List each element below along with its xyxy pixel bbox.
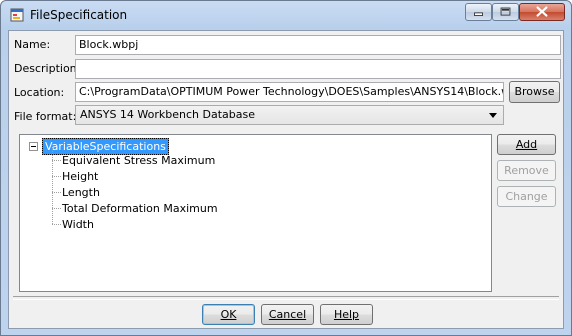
title-bar[interactable]: FileSpecification [1, 1, 571, 29]
tree-node[interactable]: Total Deformation Maximum [62, 202, 218, 215]
chevron-down-icon[interactable] [486, 108, 500, 122]
location-input[interactable]: C:\ProgramData\OPTIMUM Power Technology\… [75, 82, 504, 102]
tree-node[interactable]: Length [62, 186, 100, 199]
name-label: Name: [14, 38, 51, 51]
add-button-label: Add [515, 138, 538, 151]
remove-button[interactable]: Remove [497, 160, 556, 181]
tree-guide-line [52, 192, 61, 194]
maximize-button[interactable] [492, 3, 519, 21]
minus-icon [31, 146, 36, 147]
variable-tree[interactable]: VariableSpecifications Equivalent Stress… [19, 134, 492, 292]
tree-node[interactable]: Width [62, 218, 94, 231]
change-button[interactable]: Change [497, 186, 556, 207]
tree-guide-line [52, 224, 61, 226]
name-input[interactable]: Block.wbpj [75, 35, 561, 55]
dialog-window: FileSpecification Name: Block.wbpj Descr… [0, 0, 572, 336]
window-app-icon[interactable] [10, 8, 24, 22]
description-label: Description: [14, 62, 81, 75]
cancel-button-label: Cancel [268, 308, 307, 321]
description-input[interactable] [75, 59, 561, 79]
cancel-button[interactable]: Cancel [261, 304, 314, 325]
tree-node[interactable]: Equivalent Stress Maximum [62, 154, 215, 167]
close-button[interactable] [519, 3, 565, 21]
dialog-client-area: Name: Block.wbpj Description: Location: … [8, 30, 564, 329]
browse-button[interactable]: Browse [509, 81, 560, 103]
remove-button-label: Remove [504, 164, 549, 177]
tree-guide-line [52, 208, 61, 210]
file-format-label: File format: [14, 110, 77, 123]
help-button[interactable]: Help [320, 304, 373, 325]
browse-button-label: Browse [514, 85, 555, 98]
tree-root-node[interactable]: VariableSpecifications [42, 138, 169, 155]
minimize-button[interactable] [465, 3, 492, 21]
tree-guide-line [52, 160, 61, 162]
close-icon [536, 6, 548, 17]
add-button[interactable]: Add [497, 134, 556, 155]
file-format-value: ANSYS 14 Workbench Database [80, 108, 256, 121]
ok-button-label: OK [220, 308, 237, 321]
tree-collapse-toggle[interactable] [29, 142, 38, 151]
tree-node[interactable]: Height [62, 170, 98, 183]
minimize-icon [474, 12, 483, 16]
footer-separator [13, 296, 559, 300]
location-label: Location: [14, 86, 65, 99]
file-format-select[interactable]: ANSYS 14 Workbench Database [75, 105, 504, 125]
ok-button[interactable]: OK [202, 304, 255, 325]
change-button-label: Change [505, 190, 548, 203]
window-title: FileSpecification [30, 8, 128, 22]
maximize-icon [500, 7, 511, 16]
help-button-label: Help [333, 308, 360, 321]
tree-guide-line [52, 176, 61, 178]
